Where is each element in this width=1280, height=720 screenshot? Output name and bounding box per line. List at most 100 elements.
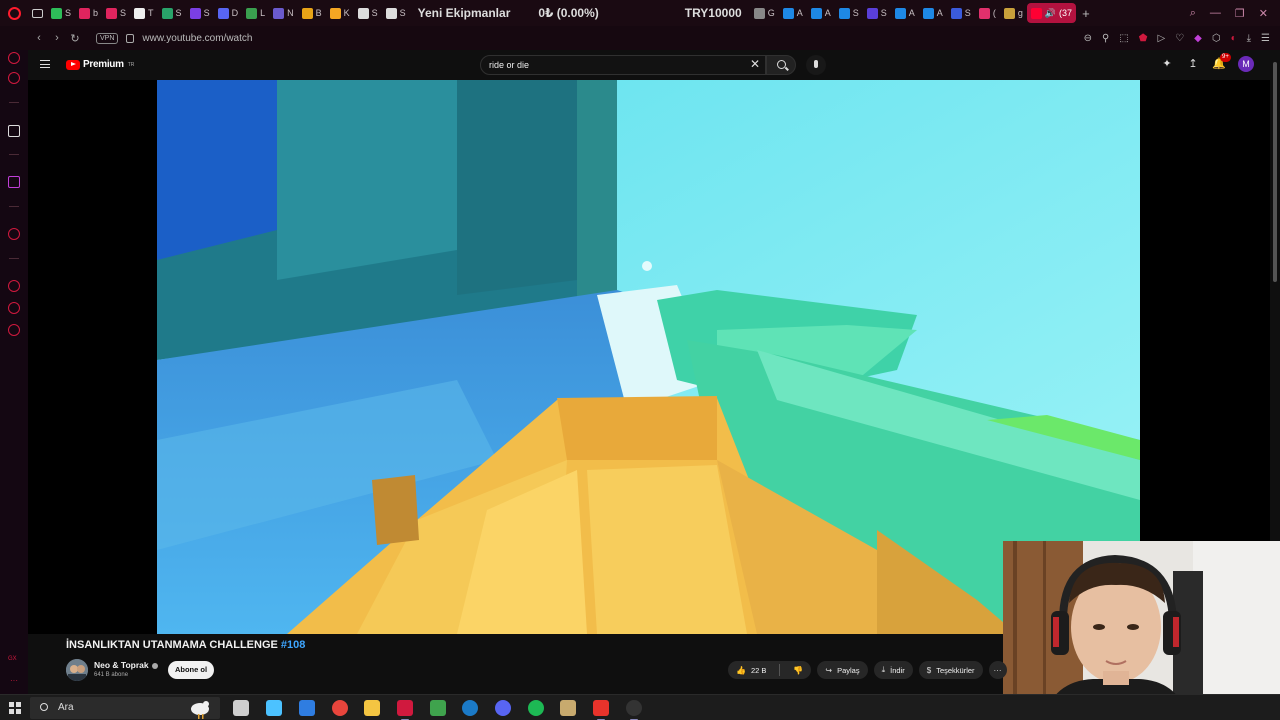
taskbar-explorer-icon[interactable] (364, 700, 380, 716)
tab-search-icon[interactable]: ⌕ (1190, 7, 1196, 20)
download-button[interactable]: ⤓ İndir (873, 661, 913, 679)
thanks-button[interactable]: $ Teşekkürler (918, 661, 983, 679)
reload-icon[interactable]: ↻ (66, 32, 84, 45)
tab-youtube-active[interactable]: 🔊 (37 (1026, 3, 1077, 23)
history-icon[interactable] (8, 280, 20, 292)
tab-right-9[interactable]: g (1000, 3, 1027, 23)
aria-icon[interactable] (8, 125, 20, 137)
tab-left-4[interactable]: S (158, 3, 186, 23)
download-icon[interactable]: ⤓ (1247, 33, 1251, 44)
tab-right-5[interactable]: A (891, 3, 919, 23)
taskbar-chrome-icon[interactable] (332, 700, 348, 716)
account-avatar[interactable]: M (1238, 56, 1254, 72)
chat-icon[interactable] (8, 302, 20, 314)
tab-right-2[interactable]: A (807, 3, 835, 23)
easy-setup-icon[interactable]: ☰ (1261, 33, 1270, 44)
taskbar-store-icon[interactable] (299, 700, 315, 716)
taskbar-obs-icon[interactable] (626, 700, 642, 720)
tab-left-3[interactable]: T (130, 3, 158, 23)
video-hashtag[interactable]: #108 (281, 639, 305, 651)
tab-left-1[interactable]: b (75, 3, 102, 23)
messenger-icon[interactable] (8, 52, 20, 64)
tab-right-7[interactable]: S (947, 3, 975, 23)
tab-yeni-ekipmanlar[interactable]: Yeni Ekipmanlar (410, 3, 519, 23)
share-button[interactable]: ↪ Paylaş (817, 661, 868, 679)
player-icon[interactable]: ▷ (1157, 33, 1165, 44)
taskbar-spotify-icon[interactable] (528, 700, 544, 716)
shield-icon[interactable]: ⬟ (1139, 33, 1148, 44)
taskbar-app-green-icon[interactable] (430, 700, 446, 716)
more-icon[interactable]: ··· (10, 676, 18, 685)
minimize-icon[interactable]: — (1210, 7, 1221, 20)
tab-right-4[interactable]: S (863, 3, 891, 23)
taskbar-opera-icon[interactable] (397, 700, 413, 720)
taskbar-lightning-app-icon[interactable] (593, 700, 609, 720)
tab-left-0[interactable]: S (47, 3, 75, 23)
wallet-icon[interactable]: ◐ (1231, 33, 1237, 44)
twitch-icon[interactable] (8, 176, 20, 188)
extension-icon[interactable]: ✦ (1160, 57, 1174, 71)
pin-icon[interactable]: ⚲ (1102, 33, 1109, 44)
clear-search-icon[interactable]: ✕ (750, 58, 762, 70)
more-actions-button[interactable]: ··· (988, 661, 1007, 679)
heart-icon[interactable]: ♡ (1175, 33, 1184, 44)
vpn-badge[interactable]: VPN (96, 32, 119, 44)
channel-avatar[interactable] (66, 659, 88, 681)
taskbar-copilot-icon[interactable] (266, 700, 282, 716)
notifications-icon[interactable]: 🔔 9+ (1212, 53, 1231, 71)
tab-left-9[interactable]: B (298, 3, 326, 23)
like-button[interactable]: 👍 22 B (728, 661, 774, 679)
maximize-icon[interactable]: ❐ (1235, 7, 1245, 20)
taskbar-league-icon[interactable] (560, 700, 576, 716)
taskbar-search[interactable]: Ara (30, 697, 220, 719)
close-icon[interactable]: ✕ (1259, 7, 1268, 20)
voice-search-button[interactable] (806, 55, 826, 75)
tab-left-8[interactable]: N (269, 3, 298, 23)
tab-left-6[interactable]: D (214, 3, 243, 23)
windows-start-icon[interactable] (9, 702, 21, 714)
tab-right-8[interactable]: ( (975, 3, 1000, 23)
video-frame[interactable] (157, 80, 1140, 634)
back-icon[interactable]: ‹ (30, 32, 48, 44)
tab-right-0[interactable]: G (750, 3, 779, 23)
upload-icon[interactable]: ↥ (1186, 57, 1200, 71)
sidebar-divider (9, 206, 19, 207)
youtube-logo[interactable]: Premium TR (66, 59, 134, 70)
tab-label: L (260, 8, 266, 18)
menu-icon[interactable] (40, 60, 50, 68)
settings-icon[interactable] (8, 324, 20, 336)
tab-right-6[interactable]: A (919, 3, 947, 23)
dislike-button[interactable]: 👎 (785, 661, 811, 679)
snapshot-icon[interactable]: ⬚ (1119, 33, 1128, 44)
tab-left-2[interactable]: S (102, 3, 130, 23)
player-sidebar-icon[interactable] (8, 228, 20, 240)
channel-name[interactable]: Neo & Toprak (94, 660, 158, 670)
subscribe-button[interactable]: Abone ol (168, 661, 214, 679)
mail-icon[interactable] (8, 72, 20, 84)
extensions-icon[interactable]: ⬡ (1212, 33, 1221, 44)
forward-icon[interactable]: › (48, 32, 66, 44)
tab-try[interactable]: TRY10000 (677, 3, 750, 23)
tab-left-7[interactable]: L (242, 3, 269, 23)
extension-purple-icon[interactable]: ◆ (1194, 33, 1202, 44)
taskbar-steam-icon[interactable] (462, 700, 478, 716)
workspaces-icon[interactable] (28, 3, 47, 23)
url-field[interactable]: www.youtube.com/watch (142, 33, 252, 44)
search-input[interactable]: ride or die (480, 55, 766, 75)
opera-logo-icon[interactable] (0, 0, 28, 26)
gx-icon[interactable]: GX (8, 656, 17, 662)
tab-left-5[interactable]: S (186, 3, 214, 23)
new-tab-button[interactable]: + (1076, 6, 1096, 21)
tab-balance[interactable]: 0₺ (0.00%) (530, 3, 606, 23)
taskbar-discord-icon[interactable] (495, 700, 511, 716)
tab-left-11[interactable]: S (354, 3, 382, 23)
tab-right-3[interactable]: S (835, 3, 863, 23)
taskbar-task-view-icon[interactable] (233, 700, 249, 716)
tab-label: S (880, 8, 887, 18)
tab-left-10[interactable]: K (326, 3, 354, 23)
zoom-icon[interactable]: ⊖ (1084, 33, 1092, 44)
scroll-thumb[interactable] (1273, 62, 1277, 282)
search-button[interactable] (766, 55, 796, 75)
tab-left-12[interactable]: S (382, 3, 410, 23)
tab-right-1[interactable]: A (779, 3, 807, 23)
